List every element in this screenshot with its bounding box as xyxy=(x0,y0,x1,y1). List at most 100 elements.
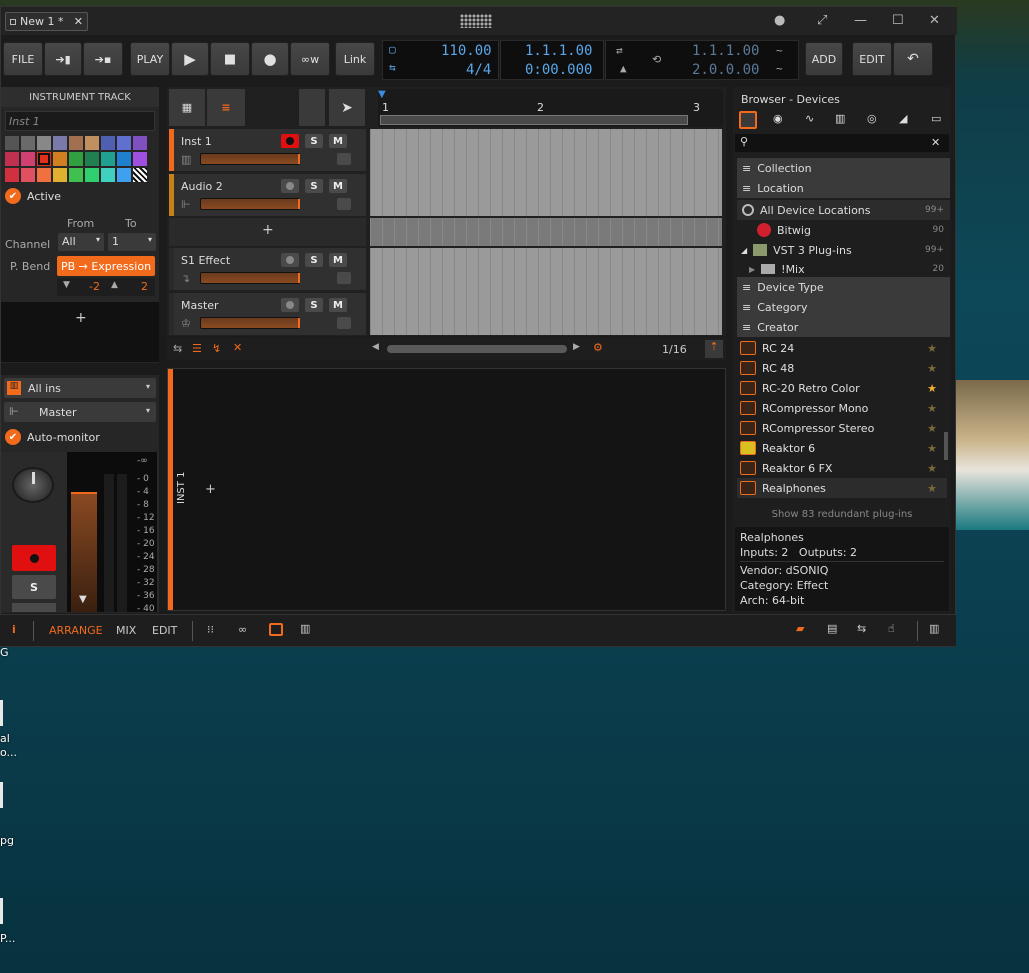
color-swatch[interactable] xyxy=(101,152,115,166)
track-s1-effect[interactable]: S1 Effect S M ↴ xyxy=(169,248,366,290)
plugin-item[interactable]: Realphones ★ xyxy=(737,478,947,498)
undo-button[interactable]: ↶ xyxy=(893,42,933,76)
delete-icon[interactable]: ✕ xyxy=(233,341,242,354)
location-bitwig[interactable]: Bitwig 90 xyxy=(737,220,950,240)
favorite-star-icon[interactable]: ★ xyxy=(927,422,937,435)
favorite-star-icon[interactable]: ★ xyxy=(927,482,937,495)
color-swatch[interactable] xyxy=(85,168,99,182)
solo-button[interactable]: S xyxy=(305,253,323,267)
keyboard-icon[interactable]: ▥ xyxy=(929,622,939,635)
automation-icon[interactable]: ∞ xyxy=(238,623,247,636)
solo-button[interactable]: S xyxy=(305,179,323,193)
solo-button[interactable]: S xyxy=(12,575,56,599)
timeline-ruler[interactable]: 1 2 3 ▼ xyxy=(378,89,723,127)
browser-scrollbar[interactable] xyxy=(944,432,948,460)
color-swatch[interactable] xyxy=(37,152,51,166)
loop-display[interactable]: ⇄ ▲ ⟲ 1.1.1.00 2.0.0.00 ~ ~ xyxy=(605,40,799,80)
favorite-star-icon[interactable]: ★ xyxy=(927,362,937,375)
input-select[interactable]: ▥ All ins ▾ xyxy=(4,378,156,398)
close-window-icon[interactable]: ✕ xyxy=(929,13,940,28)
favorite-star-icon[interactable]: ★ xyxy=(927,462,937,475)
color-swatch[interactable] xyxy=(21,136,35,150)
mixer-panel-icon[interactable]: ▥ xyxy=(300,622,310,635)
color-swatch[interactable] xyxy=(85,152,99,166)
edit-tab[interactable]: EDIT xyxy=(152,624,177,637)
tempo-value[interactable]: 110.00 xyxy=(441,43,492,59)
pb-expression-button[interactable]: PB → Expression xyxy=(57,256,155,276)
mute-button[interactable]: M xyxy=(329,253,347,267)
fullscreen-icon[interactable]: ⤢ xyxy=(817,13,827,28)
color-swatch[interactable] xyxy=(37,168,51,182)
color-swatch[interactable] xyxy=(101,168,115,182)
favorite-star-icon[interactable]: ★ xyxy=(927,402,937,415)
device-type-section[interactable]: ≡ Device Type xyxy=(737,277,950,297)
close-tab-icon[interactable]: ✕ xyxy=(74,15,83,28)
show-redundant-link[interactable]: Show 83 redundant plug-ins xyxy=(737,505,947,523)
color-swatch[interactable] xyxy=(117,152,131,166)
color-swatch[interactable] xyxy=(69,152,83,166)
list-icon[interactable]: ☰ xyxy=(192,342,202,355)
add-button[interactable]: ADD xyxy=(805,42,843,76)
auto-monitor-check-icon[interactable]: ✔ xyxy=(5,429,21,445)
plugin-item[interactable]: RC 24 ★ xyxy=(737,338,947,358)
color-swatch[interactable] xyxy=(133,136,147,150)
clip-launcher-icon[interactable]: ▦ xyxy=(169,89,205,126)
color-swatch[interactable] xyxy=(53,168,67,182)
record-arm-button[interactable] xyxy=(281,298,299,312)
browser-search-input[interactable]: ⚲ ✕ xyxy=(735,134,949,152)
arm-record-button[interactable] xyxy=(12,545,56,571)
color-swatch[interactable] xyxy=(69,136,83,150)
link-button[interactable]: Link xyxy=(335,42,375,76)
mapping-panel-icon[interactable]: ⇆ xyxy=(857,622,866,635)
info-icon[interactable]: i xyxy=(12,623,16,636)
project-tab[interactable]: New 1 * ✕ xyxy=(5,12,88,31)
mute-button[interactable]: M xyxy=(329,298,347,312)
pb-high-value[interactable]: 2 xyxy=(141,280,148,293)
computer-tab-icon[interactable]: ▭ xyxy=(931,112,941,125)
arranger-view-icon[interactable]: ≡ xyxy=(207,89,245,126)
color-swatch[interactable] xyxy=(117,168,131,182)
devices-tab-icon[interactable] xyxy=(739,111,757,129)
track-volume-fader[interactable] xyxy=(200,317,300,329)
tempo-display[interactable]: ▢ ⇆ 110.00 4/4 xyxy=(382,40,499,80)
files-tab-icon[interactable]: ◢ xyxy=(899,112,907,125)
location-all[interactable]: All Device Locations 99+ xyxy=(737,200,950,220)
export-button[interactable]: ➔▪ xyxy=(83,42,123,76)
file-button[interactable]: FILE xyxy=(3,42,43,76)
color-swatch[interactable] xyxy=(85,136,99,150)
color-swatch[interactable] xyxy=(5,136,19,150)
scroll-left-icon[interactable]: ◀ xyxy=(372,342,379,352)
color-swatch[interactable] xyxy=(21,152,35,166)
pointer-tool-icon[interactable]: ➤ xyxy=(329,89,365,126)
clip-lane-gap[interactable] xyxy=(370,218,722,246)
presets-tab-icon[interactable]: ◉ xyxy=(773,112,783,125)
volume-fader[interactable]: ▼ xyxy=(71,492,97,612)
device-panel-icon[interactable] xyxy=(269,623,283,636)
color-swatch[interactable] xyxy=(117,136,131,150)
favorite-star-icon[interactable]: ★ xyxy=(927,342,937,355)
track-inst-1[interactable]: Inst 1 S M ▥ xyxy=(169,129,366,171)
track-menu-icon[interactable] xyxy=(337,272,351,284)
play-menu-button[interactable]: PLAY xyxy=(130,42,170,76)
color-swatch[interactable] xyxy=(53,152,67,166)
plugin-item[interactable]: Reaktor 6 FX ★ xyxy=(737,458,947,478)
record-button[interactable]: ● xyxy=(251,42,289,76)
color-swatch[interactable] xyxy=(37,136,51,150)
clip-lane-bottom[interactable] xyxy=(370,248,722,335)
mute-button[interactable]: M xyxy=(329,179,347,193)
add-track-row[interactable]: + xyxy=(169,218,366,246)
tool-slot[interactable] xyxy=(299,89,325,126)
color-swatch[interactable] xyxy=(133,168,147,182)
plugin-item[interactable]: RCompressor Stereo ★ xyxy=(737,418,947,438)
maximize-icon[interactable]: ☐ xyxy=(892,13,904,28)
track-audio-2[interactable]: Audio 2 S M ⊩ xyxy=(169,174,366,216)
track-menu-icon[interactable] xyxy=(337,153,351,165)
zoom-icon[interactable]: ⚙ xyxy=(593,341,603,354)
stop-button[interactable]: ■ xyxy=(210,42,250,76)
color-swatch[interactable] xyxy=(5,152,19,166)
desktop-icon[interactable] xyxy=(0,782,3,808)
loop-icon[interactable]: ⟲ xyxy=(652,53,661,66)
desktop-icon[interactable] xyxy=(0,700,3,726)
channel-to-select[interactable]: 1 ▾ xyxy=(108,233,156,251)
pan-knob[interactable] xyxy=(12,467,54,503)
